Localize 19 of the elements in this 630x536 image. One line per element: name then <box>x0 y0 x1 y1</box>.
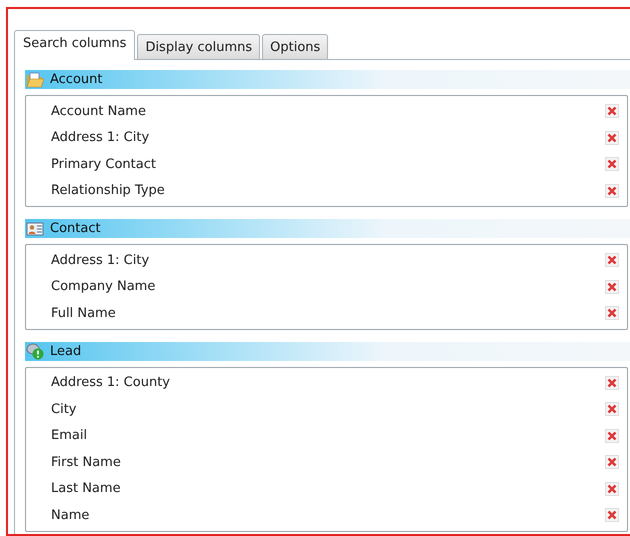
column-name: Name <box>51 508 90 523</box>
column-name: Account Name <box>51 104 146 119</box>
column-name: Full Name <box>51 306 116 321</box>
tab[interactable]: Options <box>262 34 328 59</box>
column-name: Last Name <box>51 481 121 496</box>
column-name: Relationship Type <box>51 183 165 198</box>
section-title: Contact <box>50 221 101 236</box>
column-name: Address 1: City <box>51 252 150 268</box>
section-title: Lead <box>50 344 82 358</box>
column-name: Address 1: City <box>51 130 150 146</box>
column-name: Company Name <box>51 279 156 294</box>
tab[interactable]: Display columns <box>137 34 260 59</box>
section-title: Account <box>50 72 102 87</box>
column-name: First Name <box>51 454 121 470</box>
column-name: Email <box>51 428 88 444</box>
column-name: Primary Contact <box>51 156 156 172</box>
column-name: Address 1: County <box>51 375 170 390</box>
tab[interactable]: Search columns <box>14 30 136 60</box>
column-name: City <box>51 402 76 417</box>
